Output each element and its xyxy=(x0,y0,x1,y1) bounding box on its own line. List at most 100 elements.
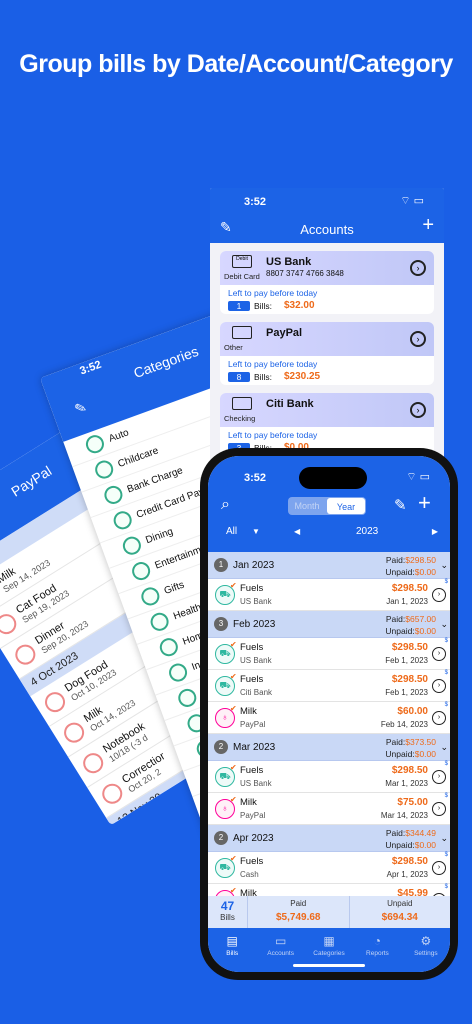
paid-check-icon: ✔ xyxy=(230,581,237,590)
bill-account: PayPal xyxy=(240,811,266,820)
bill-list[interactable]: 1 Jan 2023 Paid:$298.50 Unpaid:$0.00 ⌄ ⛟ ✔ Fuel… xyxy=(208,552,450,896)
summary-unpaid-value: $694.34 xyxy=(381,912,418,923)
bill-name: Fuels xyxy=(240,642,264,653)
tab-settings[interactable]: ⚙ Settings xyxy=(402,928,450,972)
group-unpaid-label: Unpaid: xyxy=(385,749,415,759)
bill-name: Fuels xyxy=(240,856,264,867)
chevron-down-icon[interactable]: ⌄ xyxy=(440,833,448,844)
group-unpaid-label: Unpaid: xyxy=(385,840,415,850)
category-icon xyxy=(129,559,153,583)
chevron-right-icon[interactable]: › xyxy=(410,331,426,347)
period-segmented-control[interactable]: Month Year xyxy=(288,497,366,515)
next-year-icon[interactable]: ▶ xyxy=(432,527,438,536)
account-type: Checking xyxy=(224,414,256,423)
search-icon[interactable]: ⌕ xyxy=(221,496,230,514)
chevron-right-icon[interactable]: › xyxy=(432,770,446,784)
phone-frame: 3:52 ⌔ ▭ ⌕ Month Year ✎ + All ▼ ◀ 2023 ▶… xyxy=(200,448,458,980)
home-indicator xyxy=(293,964,365,967)
bill-name: Fuels xyxy=(240,583,264,594)
bill-amount: $45.99 xyxy=(397,888,428,896)
account-card[interactable]: Other PayPal › Left to pay before today 8 Bil… xyxy=(220,322,434,385)
edit-icon[interactable]: ✎ xyxy=(394,496,407,514)
accounts-screen: 3:52 ⌔ ▭ ✎ Accounts + Debit Debit Card US … xyxy=(210,188,444,488)
paid-check-icon: ✔ xyxy=(230,704,237,713)
group-month: Jan 2023 xyxy=(233,560,275,571)
repeat-dollar-icon: $ xyxy=(444,670,448,676)
bill-row[interactable]: ♁✔Milk$45.99$› xyxy=(208,884,450,896)
left-to-pay-label: Left to pay before today xyxy=(228,359,318,369)
group-paid-value: $373.50 xyxy=(405,737,436,747)
bill-row[interactable]: ♁ ✔ Milk PayPal $60.00 Feb 14, 2023 $ › xyxy=(208,702,450,734)
chevron-right-icon[interactable]: › xyxy=(432,861,446,875)
edit-icon[interactable]: ✎ xyxy=(72,398,89,418)
group-paid-value: $657.00 xyxy=(405,614,436,624)
bill-row[interactable]: ⛟ ✔ Fuels US Bank $298.50 Jan 1, 2023 $ › xyxy=(208,579,450,611)
chevron-right-icon[interactable]: › xyxy=(432,679,446,693)
chevron-right-icon[interactable]: › xyxy=(410,402,426,418)
paid-check-icon: ✔ xyxy=(230,795,237,804)
paid-check-icon: ✔ xyxy=(230,672,237,681)
add-icon[interactable]: + xyxy=(422,214,434,237)
left-to-pay-label: Left to pay before today xyxy=(228,430,318,440)
filter-all[interactable]: All xyxy=(226,526,237,537)
repeat-dollar-icon: $ xyxy=(444,638,448,644)
bill-date: Feb 14, 2023 xyxy=(380,720,428,729)
bills-icon: ▤ xyxy=(226,934,238,948)
summary-bar: 47 Bills Paid $5,749.68 Unpaid $694.34 xyxy=(208,896,450,928)
categories-title: Categories xyxy=(131,342,201,382)
bill-account: PayPal xyxy=(240,720,266,729)
summary-paid-label: Paid xyxy=(290,899,307,908)
repeat-dollar-icon: $ xyxy=(444,761,448,767)
bills-row: 1 Bills: $32.00 xyxy=(228,300,426,311)
category-icon xyxy=(92,458,116,482)
group-unpaid: Unpaid:$0.00 xyxy=(385,840,436,850)
chevron-right-icon[interactable]: › xyxy=(432,711,446,725)
paid-check-icon: ✔ xyxy=(230,886,237,895)
group-paid: Paid:$373.50 xyxy=(386,737,436,747)
month-group-header[interactable]: 3 Feb 2023 Paid:$657.00 Unpaid:$0.00 ⌄ xyxy=(208,611,450,638)
category-icon xyxy=(120,534,144,558)
month-group-header[interactable]: 2 Apr 2023 Paid:$344.49 Unpaid:$0.00 ⌄ xyxy=(208,825,450,852)
chevron-right-icon[interactable]: › xyxy=(410,260,426,276)
group-count-badge: 1 xyxy=(214,558,228,572)
category-icon xyxy=(157,635,181,659)
chevron-down-icon[interactable]: ⌄ xyxy=(440,560,448,571)
group-paid-label: Paid: xyxy=(385,828,406,838)
tab-label: Settings xyxy=(414,950,438,957)
bill-row[interactable]: ⛟ ✔ Fuels US Bank $298.50 Feb 1, 2023 $ › xyxy=(208,638,450,670)
amount-due: $32.00 xyxy=(283,300,315,311)
amount-due: $230.25 xyxy=(283,371,321,382)
segment-year[interactable]: Year xyxy=(327,498,365,514)
chevron-right-icon[interactable]: › xyxy=(432,647,446,661)
chevron-right-icon[interactable]: › xyxy=(432,588,446,602)
bill-row[interactable]: ⛟ ✔ Fuels Citi Bank $298.50 Feb 1, 2023 $ › xyxy=(208,670,450,702)
bill-amount: $298.50 xyxy=(391,856,428,867)
account-card[interactable]: Debit Debit Card US Bank 8807 3747 4766 384… xyxy=(220,251,434,314)
chevron-down-icon[interactable]: ⌄ xyxy=(440,619,448,630)
account-card[interactable]: Checking Citi Bank › Left to pay before tod… xyxy=(220,393,434,456)
category-icon xyxy=(166,661,190,685)
bill-row[interactable]: ⛟ ✔ Fuels US Bank $298.50 Mar 1, 2023 $ › xyxy=(208,761,450,793)
month-group-header[interactable]: 1 Jan 2023 Paid:$298.50 Unpaid:$0.00 ⌄ xyxy=(208,552,450,579)
bill-row[interactable]: ⛟ ✔ Fuels Cash $298.50 Apr 1, 2023 $ › xyxy=(208,852,450,884)
tab-bills[interactable]: ▤ Bills xyxy=(208,928,256,972)
prev-year-icon[interactable]: ◀ xyxy=(294,527,300,536)
categories-time: 3:52 xyxy=(78,358,104,378)
chevron-down-icon[interactable]: ⌄ xyxy=(440,742,448,753)
account-card-body: Left to pay before today 8 Bills: $230.25 xyxy=(220,356,434,385)
group-unpaid: Unpaid:$0.00 xyxy=(385,626,436,636)
add-bill-icon[interactable]: + xyxy=(418,490,431,516)
bill-account: US Bank xyxy=(240,779,272,788)
bill-row[interactable]: ♁ ✔ Milk PayPal $75.00 Mar 14, 2023 $ › xyxy=(208,793,450,825)
bills-count-badge: 1 xyxy=(228,300,250,311)
accounts-title: Accounts xyxy=(300,222,354,237)
bill-date: Feb 1, 2023 xyxy=(385,688,428,697)
bill-name: Milk xyxy=(240,706,257,717)
account-name: PayPal xyxy=(266,327,303,339)
group-paid: Paid:$298.50 xyxy=(386,555,436,565)
month-group-header[interactable]: 2 Mar 2023 Paid:$373.50 Unpaid:$0.00 ⌄ xyxy=(208,734,450,761)
group-paid: Paid:$657.00 xyxy=(386,614,436,624)
segment-month[interactable]: Month xyxy=(288,497,326,515)
dropdown-icon[interactable]: ▼ xyxy=(252,527,260,536)
chevron-right-icon[interactable]: › xyxy=(432,802,446,816)
